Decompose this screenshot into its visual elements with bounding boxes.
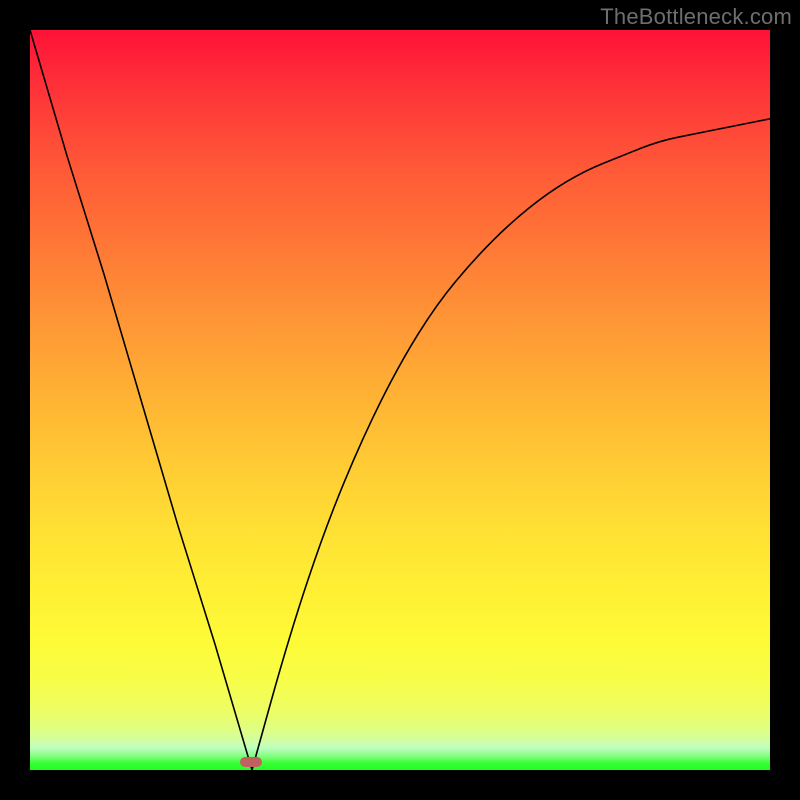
chart-container: TheBottleneck.com xyxy=(0,0,800,800)
valley-marker xyxy=(240,757,262,767)
curve-path xyxy=(30,30,770,770)
plot-area xyxy=(30,30,770,770)
bottleneck-curve xyxy=(30,30,770,770)
watermark-text: TheBottleneck.com xyxy=(600,4,792,30)
